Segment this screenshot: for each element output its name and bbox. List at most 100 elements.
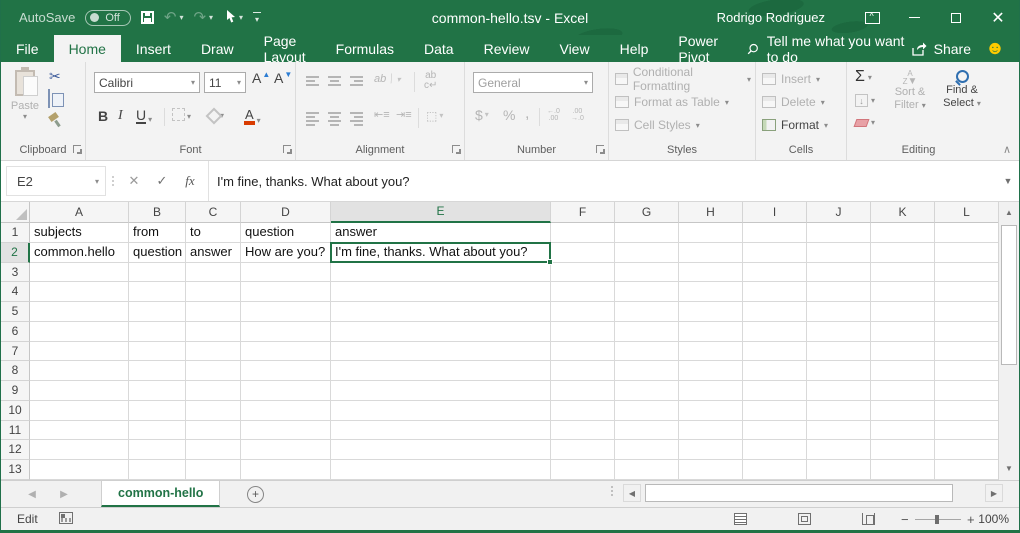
cell-I5[interactable] xyxy=(743,302,807,322)
accounting-format-button[interactable]: $▾ xyxy=(475,108,489,122)
cell-A13[interactable] xyxy=(30,460,129,480)
paste-button[interactable]: Paste ▾ xyxy=(6,70,44,146)
cell-D4[interactable] xyxy=(241,282,331,302)
cell-J8[interactable] xyxy=(807,361,871,381)
customize-qat-button[interactable]: ▾ xyxy=(253,12,261,24)
column-header-H[interactable]: H xyxy=(679,202,743,223)
ribbon-tab-insert[interactable]: Insert xyxy=(121,35,186,62)
cell-D3[interactable] xyxy=(241,263,331,283)
middle-align-button[interactable] xyxy=(328,74,341,88)
font-dialog-launcher[interactable] xyxy=(283,145,291,153)
fill-button[interactable]: ↓▾ xyxy=(855,94,875,107)
formula-bar-handle[interactable] xyxy=(106,161,120,201)
cell-K2[interactable] xyxy=(871,243,935,263)
cell-E2[interactable]: I'm fine, thanks. What about you? xyxy=(331,243,551,263)
row-header-9[interactable]: 9 xyxy=(1,381,30,401)
sort-filter-button[interactable]: AZ▼ Sort & Filter ▾ xyxy=(887,70,933,112)
alignment-dialog-launcher[interactable] xyxy=(452,145,460,153)
cell-H3[interactable] xyxy=(679,263,743,283)
cell-K7[interactable] xyxy=(871,342,935,362)
zoom-in-button[interactable]: + xyxy=(967,512,975,527)
cell-H8[interactable] xyxy=(679,361,743,381)
cell-A8[interactable] xyxy=(30,361,129,381)
orientation-button[interactable]: ab⟋▾ xyxy=(374,74,401,85)
cell-I1[interactable] xyxy=(743,223,807,243)
formula-bar-expand-button[interactable]: ▼ xyxy=(997,161,1019,201)
cell-B9[interactable] xyxy=(129,381,186,401)
cell-H1[interactable] xyxy=(679,223,743,243)
underline-button[interactable]: U▾ xyxy=(136,108,152,124)
cell-H2[interactable] xyxy=(679,243,743,263)
ribbon-tab-power-pivot[interactable]: Power Pivot xyxy=(663,35,733,62)
bottom-align-button[interactable] xyxy=(350,74,363,88)
cell-F13[interactable] xyxy=(551,460,615,480)
horizontal-scrollbar-thumb[interactable] xyxy=(645,484,953,502)
cell-C4[interactable] xyxy=(186,282,241,302)
ribbon-tab-review[interactable]: Review xyxy=(469,35,545,62)
autosave-toggle[interactable]: Off xyxy=(85,10,130,26)
cell-L10[interactable] xyxy=(935,401,999,421)
cell-F10[interactable] xyxy=(551,401,615,421)
scroll-down-button[interactable]: ▼ xyxy=(1000,459,1018,479)
cells-item-delete[interactable]: Delete▾ xyxy=(762,91,842,113)
name-box[interactable]: E2 ▾ xyxy=(6,166,106,196)
cell-I4[interactable] xyxy=(743,282,807,302)
column-header-B[interactable]: B xyxy=(129,202,186,223)
autosum-button[interactable]: Σ▾ xyxy=(855,68,872,86)
cell-K4[interactable] xyxy=(871,282,935,302)
cell-H12[interactable] xyxy=(679,440,743,460)
cell-J1[interactable] xyxy=(807,223,871,243)
cell-H9[interactable] xyxy=(679,381,743,401)
tell-me-box[interactable]: Tell me what you want to do xyxy=(747,35,911,62)
cell-C5[interactable] xyxy=(186,302,241,322)
cell-F5[interactable] xyxy=(551,302,615,322)
comma-style-button[interactable]: , xyxy=(525,106,529,122)
cell-J11[interactable] xyxy=(807,421,871,441)
user-name[interactable]: Rodrigo Rodriguez xyxy=(717,10,825,25)
cell-K3[interactable] xyxy=(871,263,935,283)
clear-button[interactable]: ▾ xyxy=(855,118,875,127)
cell-D2[interactable]: How are you? xyxy=(241,243,331,263)
cell-F3[interactable] xyxy=(551,263,615,283)
vertical-scrollbar[interactable]: ▲ ▼ xyxy=(998,202,1019,480)
cell-A5[interactable] xyxy=(30,302,129,322)
cell-G6[interactable] xyxy=(615,322,679,342)
collapse-ribbon-button[interactable]: ∧ xyxy=(1003,143,1011,156)
cell-H5[interactable] xyxy=(679,302,743,322)
new-sheet-button[interactable]: + xyxy=(247,486,264,503)
cell-A10[interactable] xyxy=(30,401,129,421)
zoom-out-button[interactable]: − xyxy=(901,512,909,527)
row-header-4[interactable]: 4 xyxy=(1,282,30,302)
font-name-combobox[interactable]: Calibri▾ xyxy=(94,72,200,93)
cells-item-format[interactable]: Format▾ xyxy=(762,114,842,136)
cell-K12[interactable] xyxy=(871,440,935,460)
cell-C13[interactable] xyxy=(186,460,241,480)
cell-J10[interactable] xyxy=(807,401,871,421)
ribbon-tab-formulas[interactable]: Formulas xyxy=(321,35,409,62)
cell-L13[interactable] xyxy=(935,460,999,480)
decrease-font-size-button[interactable]: A▼ xyxy=(274,70,283,86)
cell-G7[interactable] xyxy=(615,342,679,362)
cell-F2[interactable] xyxy=(551,243,615,263)
cell-I2[interactable] xyxy=(743,243,807,263)
column-header-L[interactable]: L xyxy=(935,202,999,223)
row-header-10[interactable]: 10 xyxy=(1,401,30,421)
cell-E5[interactable] xyxy=(331,302,551,322)
cell-D9[interactable] xyxy=(241,381,331,401)
cell-J12[interactable] xyxy=(807,440,871,460)
cell-G12[interactable] xyxy=(615,440,679,460)
vertical-scrollbar-thumb[interactable] xyxy=(1001,225,1017,365)
macro-record-icon[interactable] xyxy=(59,512,73,524)
column-header-C[interactable]: C xyxy=(186,202,241,223)
normal-view-button[interactable] xyxy=(729,511,751,527)
cell-C8[interactable] xyxy=(186,361,241,381)
cell-D13[interactable] xyxy=(241,460,331,480)
cell-D11[interactable] xyxy=(241,421,331,441)
cell-B6[interactable] xyxy=(129,322,186,342)
cell-D10[interactable] xyxy=(241,401,331,421)
ribbon-tab-help[interactable]: Help xyxy=(605,35,664,62)
cell-H4[interactable] xyxy=(679,282,743,302)
row-header-7[interactable]: 7 xyxy=(1,342,30,362)
cell-I12[interactable] xyxy=(743,440,807,460)
cell-F6[interactable] xyxy=(551,322,615,342)
